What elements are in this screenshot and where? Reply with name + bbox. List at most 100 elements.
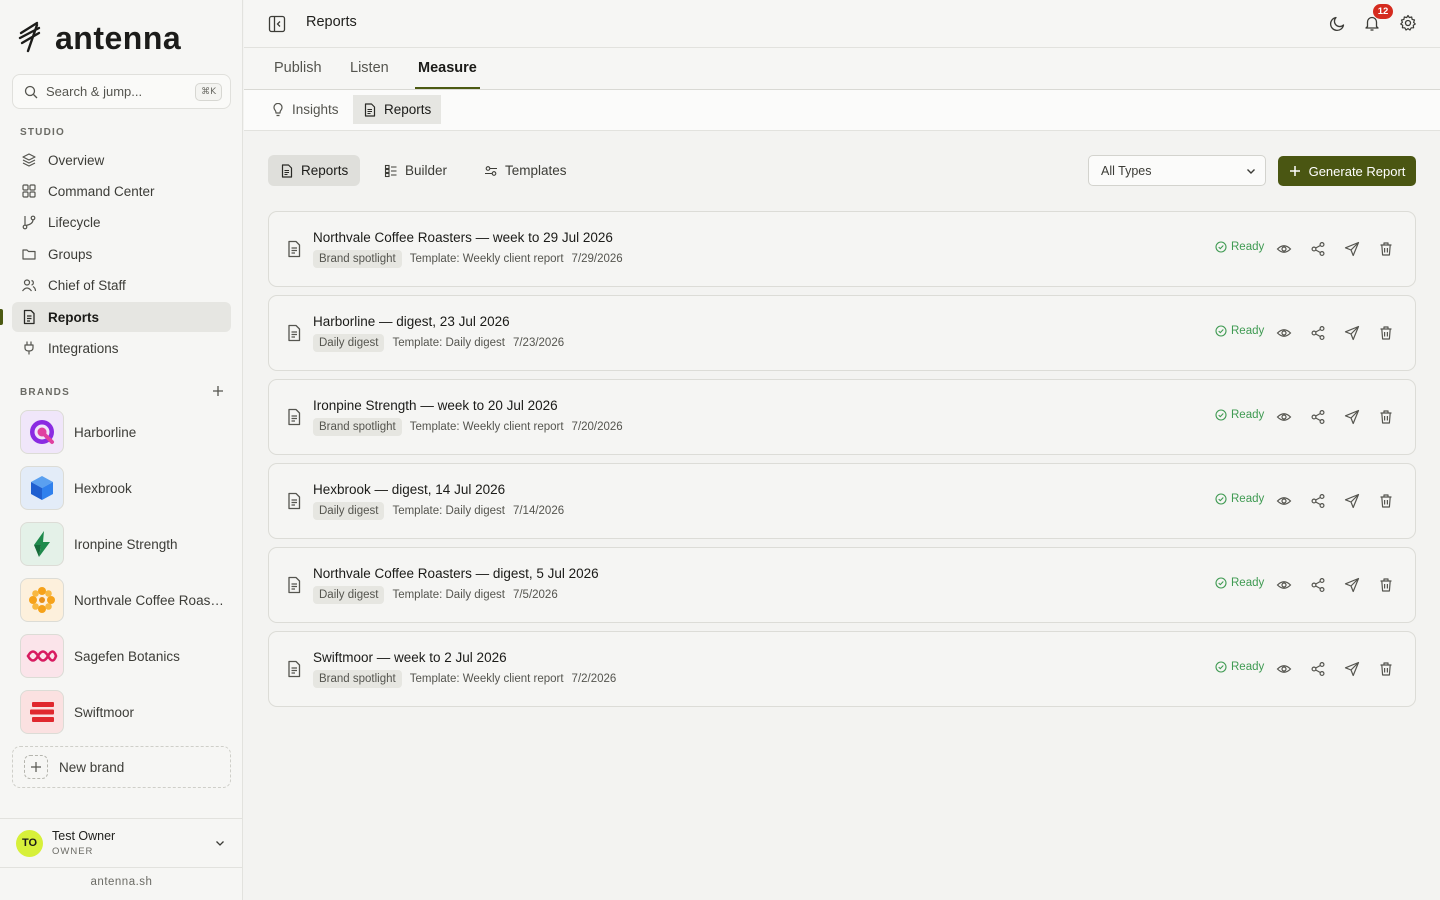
- page-title: Reports: [306, 14, 357, 30]
- moon-icon[interactable]: [1329, 14, 1347, 32]
- notification-count-badge: 12: [1373, 4, 1393, 19]
- view-label: Templates: [505, 163, 567, 178]
- sidebar-item-chief-of-staff[interactable]: Chief of Staff: [12, 270, 231, 300]
- check-circle-icon: [1215, 493, 1227, 505]
- gear-icon[interactable]: [1399, 14, 1417, 32]
- report-date: 7/5/2026: [512, 589, 558, 601]
- report-title[interactable]: Northvale Coffee Roasters — week to 29 J…: [313, 230, 613, 245]
- send-icon[interactable]: [1344, 241, 1360, 257]
- harborline-logo-icon: [20, 410, 64, 454]
- share-icon[interactable]: [1310, 577, 1326, 593]
- view-builder-button[interactable]: Builder: [372, 155, 459, 186]
- report-card[interactable]: Ironpine Strength — week to 20 Jul 2026 B…: [268, 379, 1416, 455]
- list-builder-icon: [384, 164, 397, 177]
- brand-item-hexbrook[interactable]: Hexbrook: [20, 466, 230, 510]
- send-icon[interactable]: [1344, 325, 1360, 341]
- send-icon[interactable]: [1344, 577, 1360, 593]
- user-menu[interactable]: TO Test Owner OWNER: [0, 818, 243, 868]
- sidebar-item-label: Overview: [48, 152, 105, 168]
- report-title[interactable]: Swiftmoor — week to 2 Jul 2026: [313, 650, 507, 665]
- sidebar: antenna Search & jump... ⌘K STUDIO Overv…: [0, 0, 243, 900]
- subtab-label: Insights: [292, 102, 339, 117]
- view-templates-button[interactable]: Templates: [472, 155, 579, 186]
- share-icon[interactable]: [1310, 493, 1326, 509]
- report-meta: Brand spotlight Template: Weekly client r…: [313, 250, 623, 268]
- report-tag: Daily digest: [313, 586, 385, 604]
- new-brand-button[interactable]: New brand: [12, 746, 231, 788]
- brand-item-sagefen-botanics[interactable]: Sagefen Botanics: [20, 634, 230, 678]
- report-tag: Brand spotlight: [313, 418, 402, 436]
- report-card[interactable]: Harborline — digest, 23 Jul 2026 Daily di…: [268, 295, 1416, 371]
- trash-icon[interactable]: [1378, 409, 1394, 425]
- view-eye-icon[interactable]: [1276, 577, 1292, 593]
- send-icon[interactable]: [1344, 493, 1360, 509]
- view-eye-icon[interactable]: [1276, 661, 1292, 677]
- brand-item-northvale-coffee-roasters[interactable]: Northvale Coffee Roasters: [20, 578, 230, 622]
- subtab-insights[interactable]: Insights: [261, 95, 349, 124]
- report-card[interactable]: Swiftmoor — week to 2 Jul 2026 Brand spot…: [268, 631, 1416, 707]
- brand-item-ironpine-strength[interactable]: Ironpine Strength: [20, 522, 230, 566]
- report-card[interactable]: Northvale Coffee Roasters — digest, 5 Ju…: [268, 547, 1416, 623]
- trash-icon[interactable]: [1378, 325, 1394, 341]
- report-card[interactable]: Hexbrook — digest, 14 Jul 2026 Daily dige…: [268, 463, 1416, 539]
- trash-icon[interactable]: [1378, 577, 1394, 593]
- tab-listen[interactable]: Listen: [350, 60, 389, 76]
- subtab-label: Reports: [384, 102, 432, 117]
- subtab-reports[interactable]: Reports: [353, 95, 442, 124]
- tab-measure[interactable]: Measure: [418, 60, 477, 76]
- sidebar-item-overview[interactable]: Overview: [12, 145, 231, 175]
- report-title[interactable]: Ironpine Strength — week to 20 Jul 2026: [313, 398, 558, 413]
- app-logo[interactable]: antenna: [17, 20, 181, 56]
- report-title[interactable]: Hexbrook — digest, 14 Jul 2026: [313, 482, 505, 497]
- view-reports-button[interactable]: Reports: [268, 155, 361, 186]
- generate-report-button[interactable]: Generate Report: [1278, 156, 1416, 186]
- report-meta: Brand spotlight Template: Weekly client r…: [313, 418, 623, 436]
- status-label: Ready: [1231, 493, 1265, 505]
- share-icon[interactable]: [1310, 409, 1326, 425]
- sidebar-item-lifecycle[interactable]: Lifecycle: [12, 207, 231, 237]
- report-date: 7/2/2026: [571, 673, 617, 685]
- search-box[interactable]: Search & jump... ⌘K: [12, 74, 231, 109]
- trash-icon[interactable]: [1378, 493, 1394, 509]
- share-icon[interactable]: [1310, 241, 1326, 257]
- report-title[interactable]: Harborline — digest, 23 Jul 2026: [313, 314, 510, 329]
- view-label: Builder: [405, 163, 448, 178]
- view-eye-icon[interactable]: [1276, 409, 1292, 425]
- add-brand-plus-icon[interactable]: [211, 384, 225, 398]
- brand-item-swiftmoor[interactable]: Swiftmoor: [20, 690, 230, 734]
- trash-icon[interactable]: [1378, 241, 1394, 257]
- sidebar-item-reports[interactable]: Reports: [12, 302, 231, 332]
- sliders-icon: [485, 165, 497, 176]
- view-eye-icon[interactable]: [1276, 241, 1292, 257]
- brands-section-label: BRANDS: [20, 387, 70, 398]
- lightbulb-icon: [273, 102, 283, 116]
- share-icon[interactable]: [1310, 325, 1326, 341]
- send-icon[interactable]: [1344, 661, 1360, 677]
- tab-publish[interactable]: Publish: [274, 60, 322, 76]
- sidebar-item-command-center[interactable]: Command Center: [12, 176, 231, 206]
- document-icon: [286, 576, 302, 594]
- report-title[interactable]: Northvale Coffee Roasters — digest, 5 Ju…: [313, 566, 599, 581]
- document-icon: [286, 408, 302, 426]
- chevron-down-icon: [1247, 168, 1255, 174]
- brand-name: Hexbrook: [74, 480, 132, 496]
- report-date: 7/23/2026: [512, 337, 565, 349]
- type-filter-select[interactable]: All Types: [1088, 155, 1266, 186]
- sidebar-item-integrations[interactable]: Integrations: [12, 333, 231, 363]
- report-card[interactable]: Northvale Coffee Roasters — week to 29 J…: [268, 211, 1416, 287]
- share-icon[interactable]: [1310, 661, 1326, 677]
- sidebar-item-groups[interactable]: Groups: [12, 239, 231, 269]
- view-eye-icon[interactable]: [1276, 493, 1292, 509]
- trash-icon[interactable]: [1378, 661, 1394, 677]
- top-bar: Reports 12: [244, 0, 1440, 48]
- view-label: Reports: [301, 163, 349, 178]
- send-icon[interactable]: [1344, 409, 1360, 425]
- sidebar-toggle-icon[interactable]: [268, 15, 286, 33]
- view-eye-icon[interactable]: [1276, 325, 1292, 341]
- status-label: Ready: [1231, 661, 1265, 673]
- studio-section-label: STUDIO: [20, 127, 65, 138]
- sidebar-item-label: Groups: [48, 246, 93, 262]
- brand-item-harborline[interactable]: Harborline: [20, 410, 230, 454]
- report-meta: Daily digest Template: Daily digest 7/14/2…: [313, 502, 564, 520]
- layers-icon: [22, 153, 36, 167]
